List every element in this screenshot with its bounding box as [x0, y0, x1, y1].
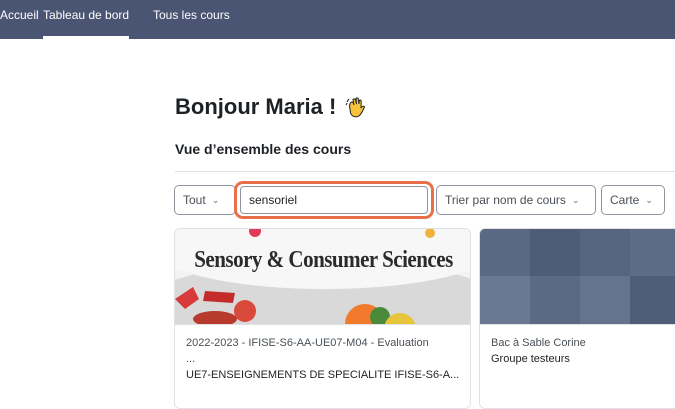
chevron-down-icon: ⌄: [571, 194, 580, 205]
waving-hand-icon: [345, 97, 366, 118]
course-category: Groupe testeurs: [491, 353, 570, 365]
course-image[interactable]: Sensory & Consumer Sciences: [175, 229, 470, 324]
course-name-continued: ...: [186, 353, 196, 365]
filter-label: Tout: [183, 193, 206, 207]
search-input[interactable]: [240, 186, 428, 214]
divider: [175, 171, 675, 172]
course-name[interactable]: 2022-2023 - IFISE-S6-AA-UE07-M04 - Evalu…: [186, 337, 429, 349]
chevron-down-icon: ⌄: [645, 194, 653, 205]
course-overview-title: Vue d’ensemble des cours: [175, 141, 352, 157]
filter-dropdown[interactable]: Tout ⌄: [174, 185, 236, 215]
course-image[interactable]: [480, 229, 675, 324]
course-pattern-image: [480, 229, 675, 324]
top-navbar: Accueil Tableau de bord Tous les cours: [0, 0, 675, 39]
nav-accueil[interactable]: Accueil: [0, 0, 39, 39]
greeting-text: Bonjour Maria !: [175, 94, 337, 119]
page-title: Bonjour Maria !: [175, 94, 368, 120]
search-highlight: [234, 181, 434, 219]
course-card-body: Bac à Sable Corine Groupe testeurs: [480, 324, 675, 408]
course-card[interactable]: Bac à Sable Corine Groupe testeurs: [479, 228, 675, 409]
nav-tous-les-cours[interactable]: Tous les cours: [153, 0, 230, 39]
view-dropdown[interactable]: Carte ⌄: [601, 185, 665, 215]
course-card[interactable]: Sensory & Consumer Sciences 2022-2023 - …: [174, 228, 471, 409]
course-image-title: Sensory & Consumer Sciences: [194, 245, 453, 273]
course-image-art: [175, 229, 470, 324]
course-category: UE7-ENSEIGNEMENTS DE SPECIALITE IFISE-S6…: [186, 369, 460, 381]
course-name[interactable]: Bac à Sable Corine: [491, 337, 586, 349]
view-label: Carte: [610, 193, 640, 207]
course-card-body: 2022-2023 - IFISE-S6-AA-UE07-M04 - Evalu…: [175, 324, 470, 408]
sort-dropdown[interactable]: Trier par nom de cours ⌄: [436, 185, 596, 215]
nav-tableau-de-bord[interactable]: Tableau de bord: [43, 0, 130, 39]
chevron-down-icon: ⌄: [211, 194, 220, 205]
sort-label: Trier par nom de cours: [445, 193, 566, 207]
